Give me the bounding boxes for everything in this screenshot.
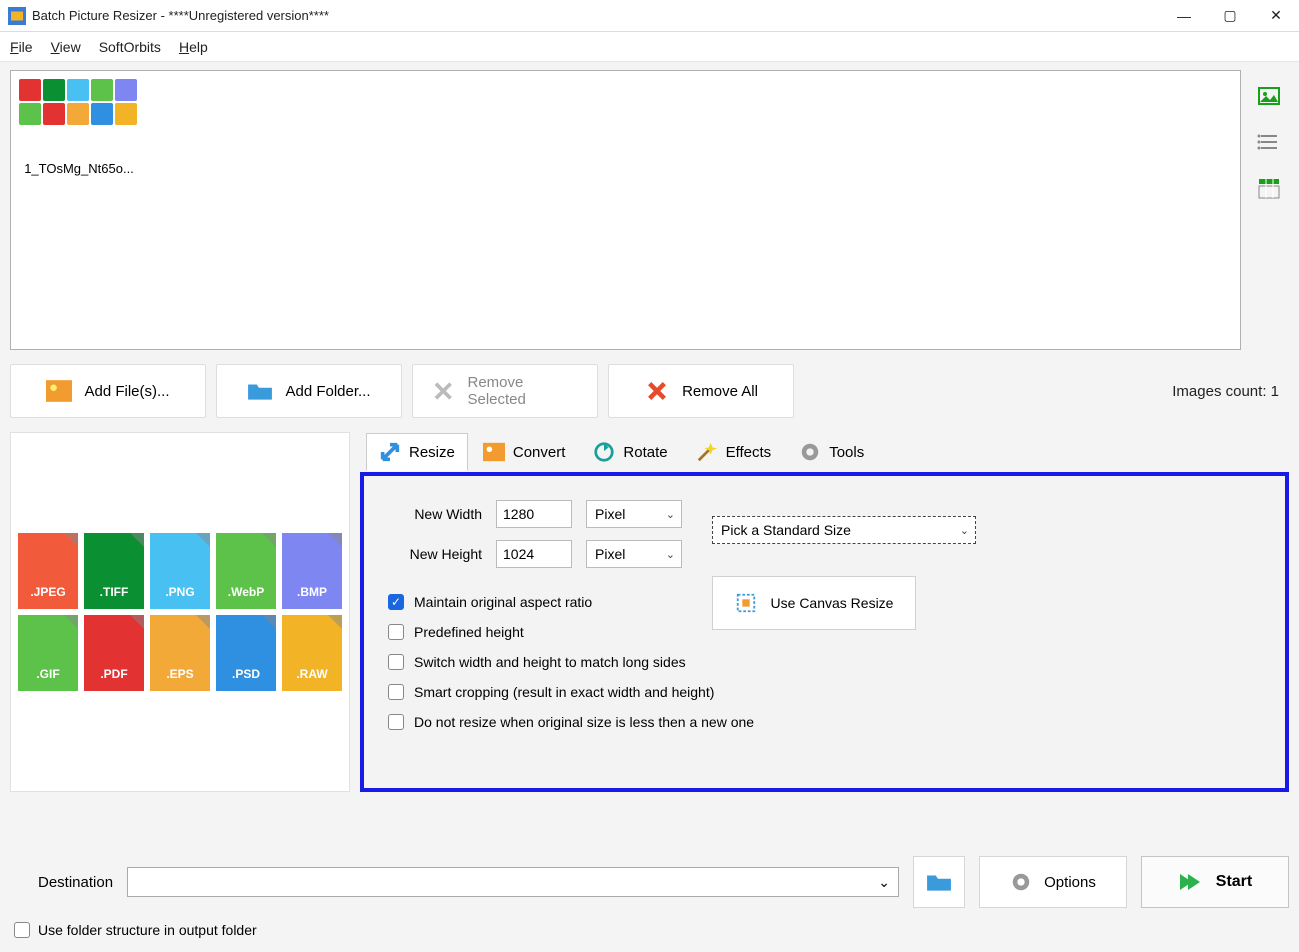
preview-area[interactable]: 1_TOsMg_Nt65o... — [10, 70, 1241, 350]
preview-item[interactable]: 1_TOsMg_Nt65o... — [19, 79, 139, 176]
add-file-button[interactable]: Add File(s)... — [10, 364, 206, 418]
new-height-input[interactable] — [496, 540, 572, 568]
remove-all-icon — [644, 380, 670, 402]
height-unit-select[interactable]: Pixel⌄ — [586, 540, 682, 568]
start-button[interactable]: Start — [1141, 856, 1289, 908]
list-view-icon[interactable] — [1257, 130, 1281, 154]
tab-tools[interactable]: Tools — [786, 433, 877, 471]
tab-effects[interactable]: Effects — [683, 433, 785, 471]
tab-rotate[interactable]: Rotate — [580, 433, 680, 471]
new-width-label: New Width — [382, 506, 482, 522]
chevron-down-icon: ⌄ — [666, 548, 675, 561]
menu-view[interactable]: View — [51, 39, 81, 55]
format-tile-pdf: .PDF — [84, 615, 144, 691]
resize-panel: New Width Pixel⌄ New Height Pixel⌄ Pick … — [360, 472, 1289, 792]
format-tile-eps: .EPS — [150, 615, 210, 691]
titlebar: Batch Picture Resizer - ****Unregistered… — [0, 0, 1299, 32]
add-folder-button[interactable]: Add Folder... — [216, 364, 402, 418]
canvas-icon — [735, 592, 757, 614]
rotate-icon — [593, 441, 615, 463]
remove-selected-button[interactable]: Remove Selected — [412, 364, 598, 418]
destination-select[interactable]: ⌄ — [127, 867, 899, 897]
effects-icon — [696, 441, 718, 463]
menu-file[interactable]: File — [10, 39, 33, 55]
format-tile-tiff: .TIFF — [84, 533, 144, 609]
app-icon — [8, 7, 26, 25]
no-resize-smaller-checkbox[interactable] — [388, 714, 404, 730]
tab-resize[interactable]: Resize — [366, 433, 468, 471]
browse-folder-button[interactable] — [913, 856, 965, 908]
tab-convert[interactable]: Convert — [470, 433, 579, 471]
format-tile-png: .PNG — [150, 533, 210, 609]
format-tile-webp: .WebP — [216, 533, 276, 609]
tools-icon — [799, 441, 821, 463]
convert-icon — [483, 441, 505, 463]
use-folder-structure-label: Use folder structure in output folder — [38, 922, 257, 938]
remove-all-button[interactable]: Remove All — [608, 364, 794, 418]
window-title: Batch Picture Resizer - ****Unregistered… — [32, 8, 1161, 23]
format-tile-psd: .PSD — [216, 615, 276, 691]
close-button[interactable]: ✕ — [1253, 0, 1299, 32]
maximize-button[interactable]: ▢ — [1207, 0, 1253, 32]
options-button[interactable]: Options — [979, 856, 1127, 908]
standard-size-select[interactable]: Pick a Standard Size⌄ — [712, 516, 976, 544]
thumbnail-icon — [19, 79, 139, 125]
grid-view-icon[interactable] — [1257, 176, 1281, 200]
switch-sides-checkbox[interactable] — [388, 654, 404, 670]
preview-item-name: 1_TOsMg_Nt65o... — [19, 161, 139, 176]
tabs: Resize Convert Rotate Effects Tools — [360, 432, 1289, 472]
menubar: File View SoftOrbits Help — [0, 32, 1299, 62]
file-toolbar: Add File(s)... Add Folder... Remove Sele… — [10, 364, 1289, 418]
view-mode-bar — [1249, 70, 1289, 350]
format-tile-jpeg: .JPEG — [18, 533, 78, 609]
new-width-input[interactable] — [496, 500, 572, 528]
thumbnails-view-icon[interactable] — [1257, 84, 1281, 108]
start-icon — [1178, 872, 1202, 892]
remove-icon — [431, 380, 455, 402]
folder-icon — [247, 380, 273, 402]
destination-label: Destination — [10, 874, 113, 891]
menu-help[interactable]: Help — [179, 39, 208, 55]
menu-softorbits[interactable]: SoftOrbits — [99, 39, 161, 55]
maintain-aspect-checkbox[interactable] — [388, 594, 404, 610]
folder-open-icon — [926, 871, 952, 893]
chevron-down-icon: ⌄ — [666, 508, 675, 521]
images-count-label: Images count: 1 — [1172, 383, 1289, 400]
width-unit-select[interactable]: Pixel⌄ — [586, 500, 682, 528]
formats-preview: .JPEG.TIFF.PNG.WebP.BMP .GIF.PDF.EPS.PSD.… — [10, 432, 350, 792]
resize-icon — [379, 441, 401, 463]
new-height-label: New Height — [382, 546, 482, 562]
format-tile-raw: .RAW — [282, 615, 342, 691]
gear-icon — [1010, 871, 1032, 893]
use-canvas-resize-button[interactable]: Use Canvas Resize — [712, 576, 916, 630]
format-tile-gif: .GIF — [18, 615, 78, 691]
image-icon — [46, 380, 72, 402]
chevron-down-icon: ⌄ — [960, 524, 969, 537]
minimize-button[interactable]: — — [1161, 0, 1207, 32]
footer: Destination ⌄ Options Start — [10, 856, 1289, 908]
predefined-height-checkbox[interactable] — [388, 624, 404, 640]
format-tile-bmp: .BMP — [282, 533, 342, 609]
chevron-down-icon: ⌄ — [878, 874, 890, 891]
smart-cropping-checkbox[interactable] — [388, 684, 404, 700]
use-folder-structure-checkbox[interactable] — [14, 922, 30, 938]
